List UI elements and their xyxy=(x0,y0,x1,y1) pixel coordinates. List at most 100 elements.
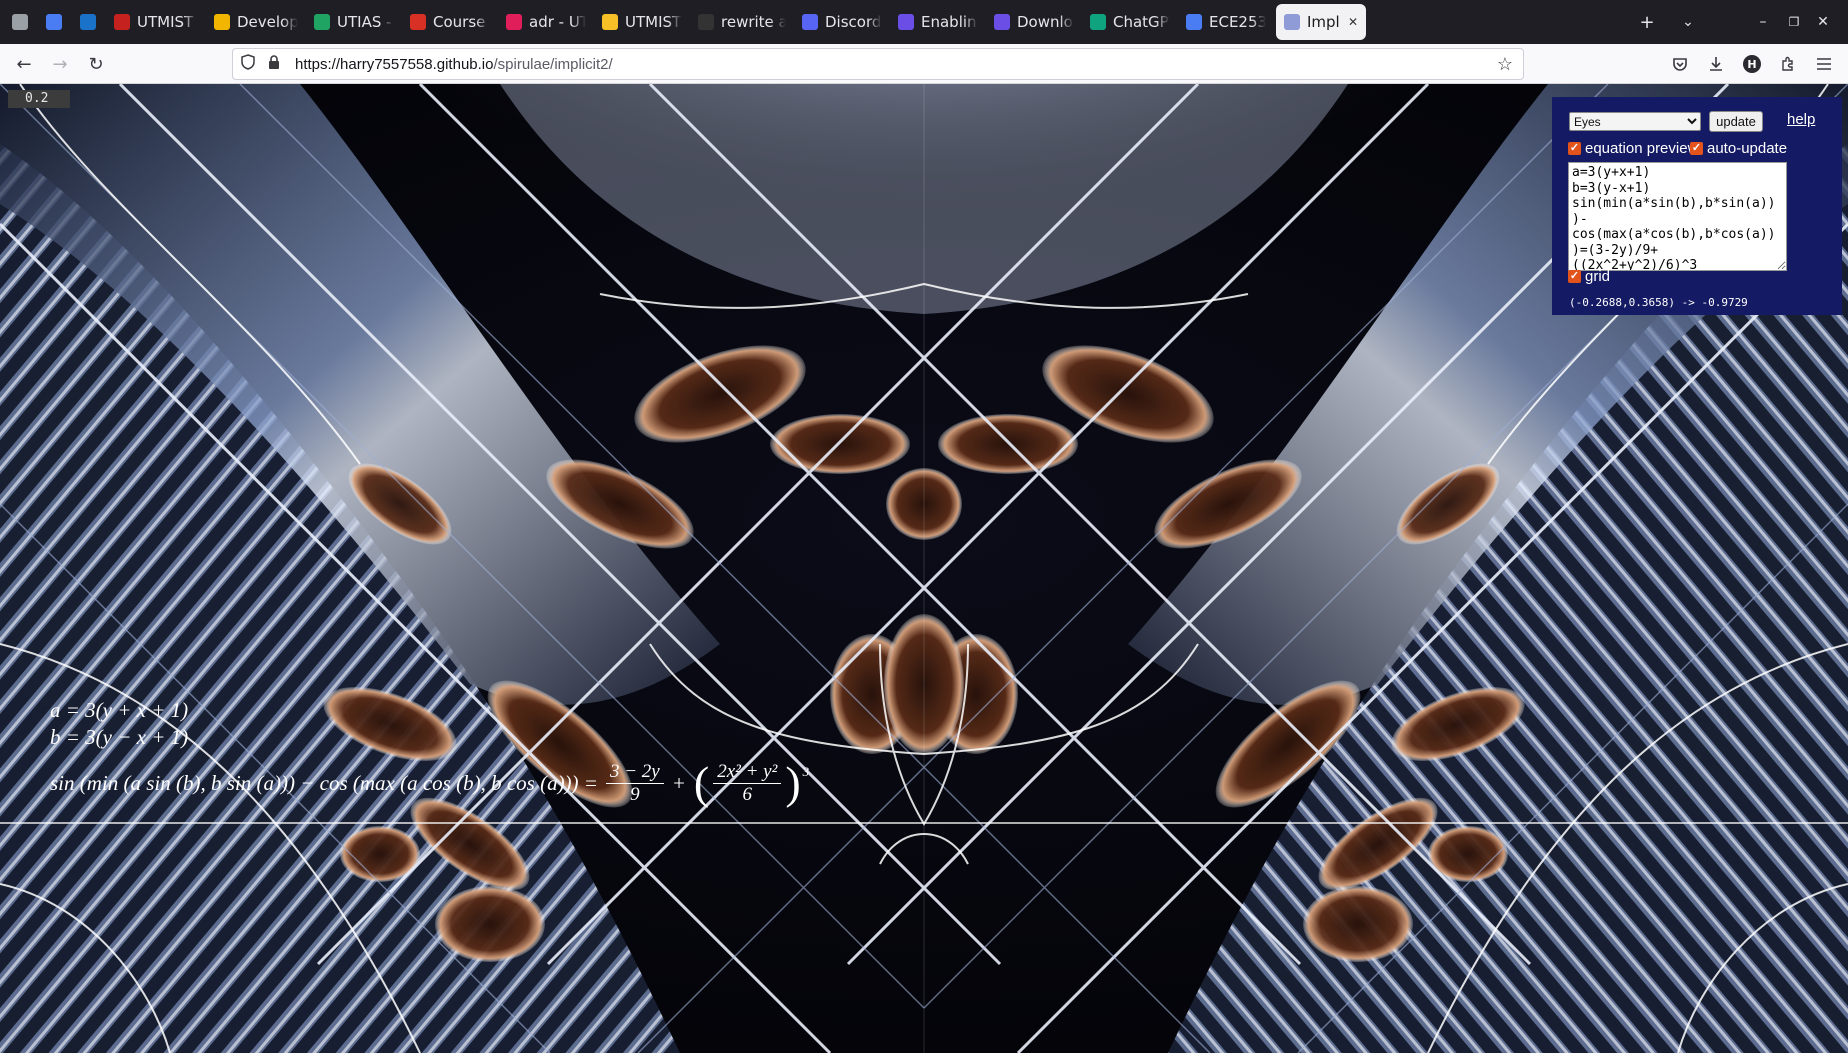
account-avatar[interactable]: H xyxy=(1734,48,1770,80)
browser-tab[interactable] xyxy=(72,4,106,40)
tab-label: Discord | F xyxy=(825,13,882,31)
url-host: https://harry7557558.github.io xyxy=(295,55,494,73)
preview-plus: + xyxy=(671,770,686,795)
navigation-bar: ← → ↻ https://harry7557558.github.io/spi… xyxy=(0,44,1848,84)
back-arrow-icon[interactable]: ← xyxy=(6,48,42,80)
gmail-icon xyxy=(114,14,130,30)
slack-icon xyxy=(506,14,522,30)
preview-fraction-2: 2x² + y² 6 xyxy=(713,761,782,806)
pocket-icon[interactable] xyxy=(1662,48,1698,80)
docs-icon xyxy=(46,14,62,30)
cursor-value-readout: (-0.2688,0.3658) -> -0.9729 xyxy=(1569,296,1748,309)
tab-label: Developer xyxy=(237,13,298,31)
zotero-icon xyxy=(898,14,914,30)
browser-tab[interactable]: Enabling a xyxy=(890,4,986,40)
close-tab-icon[interactable]: ✕ xyxy=(1348,15,1358,29)
browser-tab[interactable]: ECE253 No xyxy=(1178,4,1274,40)
preview-fraction-1: 3 − 2y 9 xyxy=(605,761,664,806)
browser-tab[interactable]: UTMIST W xyxy=(594,4,690,40)
menu-hamburger-icon[interactable] xyxy=(1806,48,1842,80)
restore-icon[interactable]: ❐ xyxy=(1781,0,1807,44)
url-bar[interactable]: https://harry7557558.github.io/spirulae/… xyxy=(232,48,1524,80)
tab-bar: UTMIST De Developer UTIAS - Go Course Mo adr… xyxy=(0,0,1848,44)
tab-label: ECE253 No xyxy=(1209,13,1266,31)
bookmark-star-icon[interactable]: ☆ xyxy=(1497,54,1513,75)
fraction-1-numerator: 3 − 2y xyxy=(605,761,664,784)
equation-input[interactable] xyxy=(1568,162,1787,271)
tab-strip: UTMIST De Developer UTIAS - Go Course Mo adr… xyxy=(0,0,1368,44)
fps-counter: 0.2 xyxy=(8,90,70,108)
update-button[interactable]: update xyxy=(1709,111,1763,132)
tab-label: UTIAS - Go xyxy=(337,13,394,31)
list-tabs-chevron-icon[interactable]: ⌄ xyxy=(1675,0,1701,44)
implicit-icon xyxy=(1284,14,1300,30)
tab-label: ChatGPT xyxy=(1113,13,1170,31)
auto-update-checkbox[interactable]: ✓ auto-update xyxy=(1690,140,1787,157)
tab-label: UTMIST De xyxy=(137,13,198,31)
tab-label: Implicit xyxy=(1307,13,1341,31)
tab-label: adr - UTAT xyxy=(529,13,586,31)
checkmark-icon: ✓ xyxy=(1690,142,1703,155)
docs-icon xyxy=(1186,14,1202,30)
checkmark-icon: ✓ xyxy=(1568,270,1581,283)
new-tab-button[interactable]: + xyxy=(1634,0,1660,44)
drive-icon xyxy=(214,14,230,30)
image-icon xyxy=(12,14,28,30)
browser-tab[interactable]: Download xyxy=(986,4,1082,40)
browser-tab[interactable]: rewrite aut xyxy=(690,4,794,40)
checkmark-icon: ✓ xyxy=(1568,142,1581,155)
tab-label: Course Mo xyxy=(433,13,490,31)
browser-tab[interactable]: Implicit ✕ xyxy=(1276,4,1366,40)
close-window-icon[interactable]: ✕ xyxy=(1810,0,1836,44)
browser-tab[interactable]: adr - UTAT xyxy=(498,4,594,40)
course-icon xyxy=(410,14,426,30)
equation-preview-label: equation preview xyxy=(1585,140,1699,157)
browser-tab[interactable]: UTMIST De xyxy=(106,4,206,40)
chatgpt-icon xyxy=(1090,14,1106,30)
lock-icon[interactable] xyxy=(263,54,285,74)
preview-line-a: a = 3(y + x + 1) xyxy=(50,698,189,722)
url-text[interactable]: https://harry7557558.github.io/spirulae/… xyxy=(285,56,613,73)
avatar-initial: H xyxy=(1743,55,1761,73)
preview-exponent: 3 xyxy=(802,764,810,779)
browser-tab[interactable]: Discord | F xyxy=(794,4,890,40)
grid-label: grid xyxy=(1585,268,1611,285)
equation-preview-checkbox[interactable]: ✓ equation preview xyxy=(1568,140,1698,157)
preview-line-b: b = 3(y − x + 1) xyxy=(50,725,189,749)
preview-main-equation: sin (min (a sin (b), b sin (a))) − cos (… xyxy=(50,760,809,806)
browser-tab[interactable]: UTIAS - Go xyxy=(306,4,402,40)
help-link[interactable]: help xyxy=(1787,111,1815,128)
note-icon xyxy=(602,14,618,30)
zotero-icon xyxy=(994,14,1010,30)
forward-arrow-icon[interactable]: → xyxy=(42,48,78,80)
extensions-icon[interactable] xyxy=(1770,48,1806,80)
grid-checkbox[interactable]: ✓ grid xyxy=(1568,268,1610,285)
right-paren-icon: ) xyxy=(785,757,801,808)
browser-tab[interactable]: Developer xyxy=(206,4,306,40)
drive-icon xyxy=(314,14,330,30)
fraction-2-numerator: 2x² + y² xyxy=(713,761,782,784)
browser-tab[interactable] xyxy=(4,4,38,40)
github-icon xyxy=(698,14,714,30)
preset-select[interactable]: Eyes xyxy=(1569,112,1701,131)
shield-icon[interactable] xyxy=(233,54,263,74)
minimize-icon[interactable]: – xyxy=(1750,0,1776,44)
tab-label: rewrite aut xyxy=(721,13,786,31)
url-path: /spirulae/implicit2/ xyxy=(493,55,613,73)
downloads-icon[interactable] xyxy=(1698,48,1734,80)
browser-tab[interactable]: Course Mo xyxy=(402,4,498,40)
browser-tab[interactable] xyxy=(38,4,72,40)
reload-icon[interactable]: ↻ xyxy=(78,48,114,80)
control-panel: Eyes update help ✓ equation preview ✓ au… xyxy=(1552,97,1842,315)
tab-label: Enabling a xyxy=(921,13,978,31)
fraction-1-denominator: 9 xyxy=(630,783,640,805)
left-paren-icon: ( xyxy=(693,757,710,808)
outlook-icon xyxy=(80,14,96,30)
auto-update-label: auto-update xyxy=(1707,140,1788,157)
browser-tab[interactable]: ChatGPT xyxy=(1082,4,1178,40)
tab-label: Download xyxy=(1017,13,1074,31)
fraction-2-denominator: 6 xyxy=(742,783,753,805)
preview-lhs: sin (min (a sin (b), b sin (a))) − cos (… xyxy=(50,770,598,795)
discord-icon xyxy=(802,14,818,30)
implicit-render-canvas[interactable]: 0.2 Eyes update help ✓ equation preview … xyxy=(0,84,1848,1053)
